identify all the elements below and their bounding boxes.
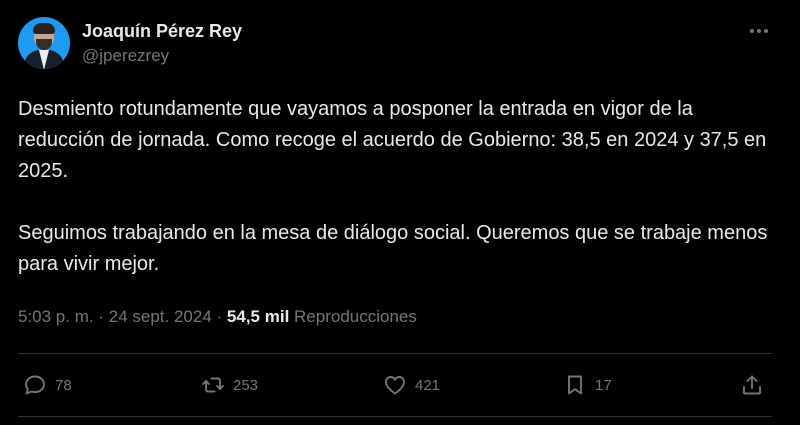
divider xyxy=(18,416,772,417)
avatar-hair xyxy=(33,23,55,34)
meta-separator: · xyxy=(98,307,105,326)
reply-button[interactable]: 78 xyxy=(23,371,72,399)
reply-count: 78 xyxy=(55,376,72,394)
avatar-beard xyxy=(36,39,52,50)
tweet-date[interactable]: 24 sept. 2024 xyxy=(109,307,212,326)
reply-icon xyxy=(25,375,45,395)
meta-separator: · xyxy=(216,307,223,326)
tweet-paragraph-1: Desmiento rotundamente que vayamos a pos… xyxy=(18,98,767,182)
avatar[interactable] xyxy=(18,17,70,69)
bookmark-button[interactable]: 17 xyxy=(563,371,612,399)
heart-icon xyxy=(385,376,405,395)
views-count: 54,5 mil xyxy=(226,307,290,326)
dot-icon xyxy=(750,29,754,33)
bookmark-icon xyxy=(568,375,582,395)
like-button[interactable]: 421 xyxy=(383,371,440,399)
more-options-icon[interactable] xyxy=(741,21,777,41)
share-button[interactable] xyxy=(740,371,764,399)
author-display-name[interactable]: Joaquín Pérez Rey xyxy=(82,20,242,42)
repost-icon xyxy=(202,377,224,393)
divider xyxy=(18,353,772,354)
tweet-paragraph-2: Seguimos trabajando en la mesa de diálog… xyxy=(18,222,768,275)
views-label: Reproducciones xyxy=(294,307,417,326)
tweet-meta: 5:03 p. m. · 24 sept. 2024 · 54,5 mil Re… xyxy=(18,307,417,327)
dot-icon xyxy=(764,29,768,33)
share-icon xyxy=(743,375,761,395)
repost-count: 253 xyxy=(233,376,259,394)
tweet-card: Joaquín Pérez Rey @jperezrey Desmiento r… xyxy=(0,0,800,425)
tweet-text: Desmiento rotundamente que vayamos a pos… xyxy=(18,94,778,280)
author-names: Joaquín Pérez Rey @jperezrey xyxy=(82,20,242,67)
tweet-header: Joaquín Pérez Rey @jperezrey xyxy=(18,17,242,69)
repost-button[interactable]: 253 xyxy=(201,371,258,399)
dot-icon xyxy=(757,29,761,33)
like-count: 421 xyxy=(415,376,441,394)
action-bar: 78 253 421 17 xyxy=(18,371,772,399)
author-handle[interactable]: @jperezrey xyxy=(82,45,242,67)
bookmark-count: 17 xyxy=(595,376,612,394)
tweet-time[interactable]: 5:03 p. m. xyxy=(18,307,94,326)
